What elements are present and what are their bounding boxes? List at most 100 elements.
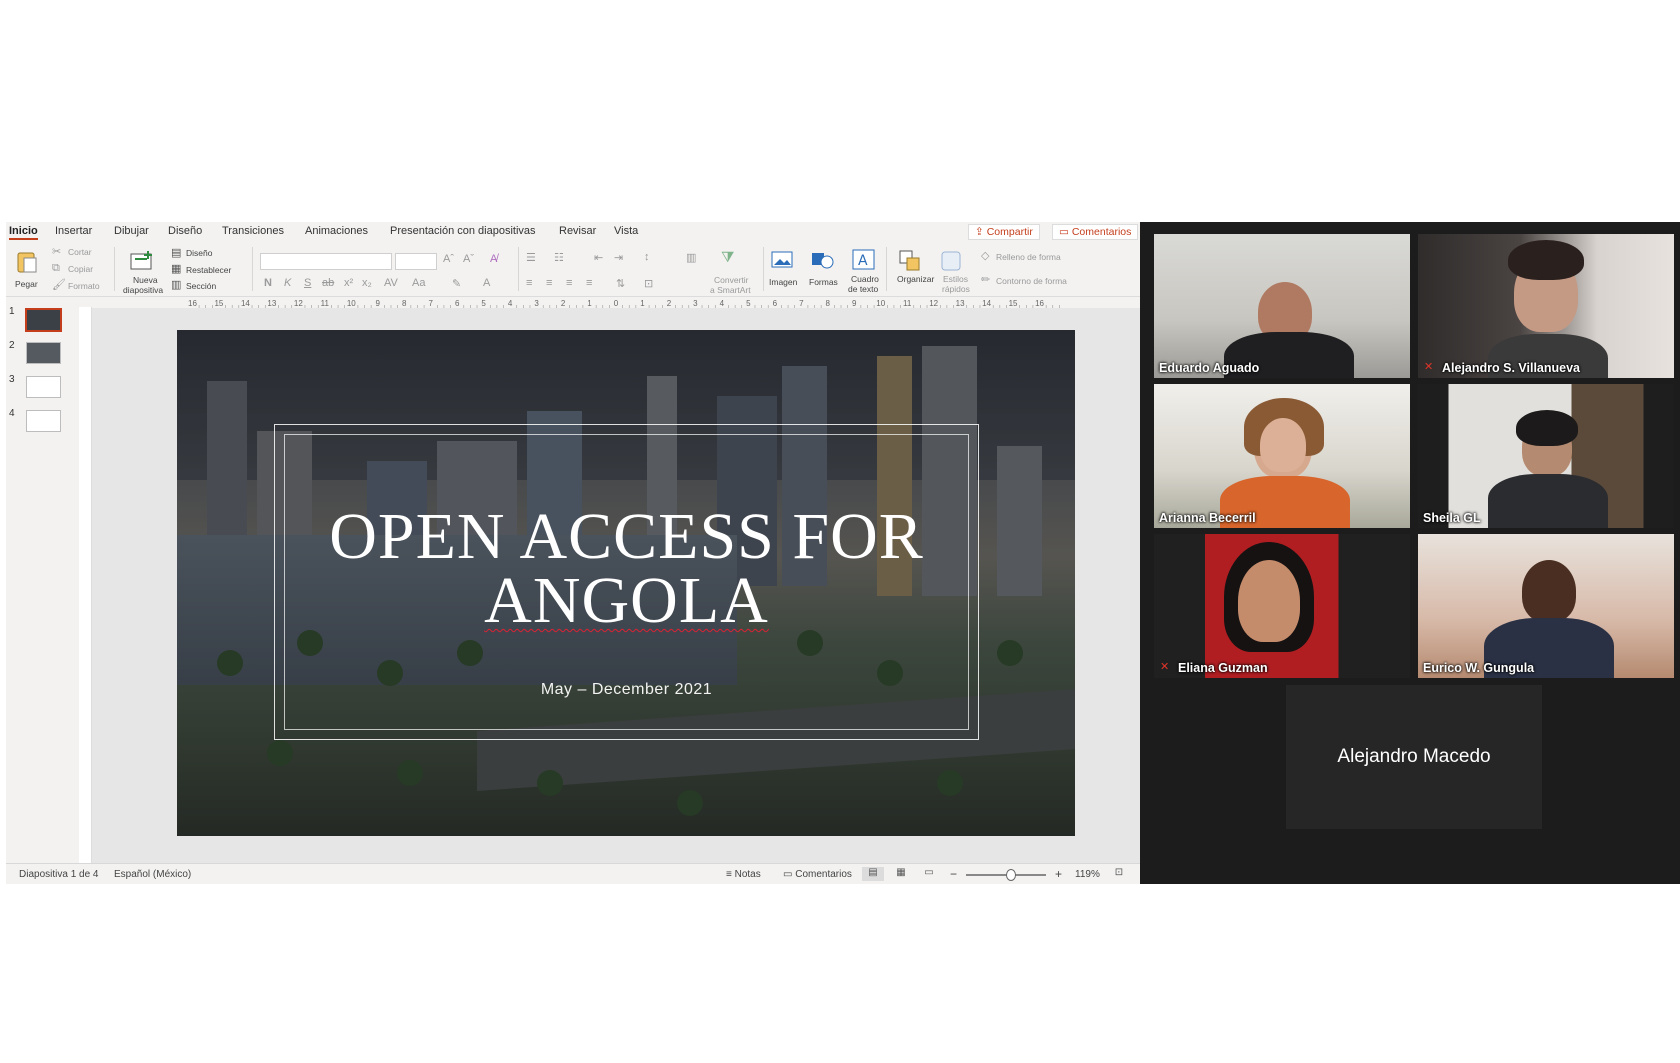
scissors-icon[interactable]: ✂ xyxy=(52,245,61,258)
bold-button[interactable]: N xyxy=(264,277,272,289)
subscript-button[interactable]: x₂ xyxy=(362,277,372,289)
text-direction-icon[interactable]: ⇅ xyxy=(616,277,625,290)
quick-styles-label-2[interactable]: rápidos xyxy=(942,284,970,294)
new-slide-label-2[interactable]: diapositiva xyxy=(123,285,163,295)
shapes-label[interactable]: Formas xyxy=(809,277,838,287)
layout-label[interactable]: Diseño xyxy=(186,248,212,258)
quick-styles-label-1[interactable]: Estilos xyxy=(943,274,968,284)
reset-label[interactable]: Restablecer xyxy=(186,265,231,275)
normal-view-icon[interactable]: ▤ xyxy=(862,867,884,881)
video-tile-sheila[interactable]: Sheila GL xyxy=(1418,384,1674,528)
smartart-label-1[interactable]: Convertir xyxy=(714,275,748,285)
numbering-icon[interactable]: ☷ xyxy=(554,251,564,264)
tab-vista[interactable]: Vista xyxy=(614,225,638,237)
sorter-view-icon[interactable]: ▦ xyxy=(890,867,912,881)
image-label[interactable]: Imagen xyxy=(769,277,797,287)
tab-presentacion[interactable]: Presentación con diapositivas xyxy=(390,225,536,237)
status-comments-button[interactable]: ▭ Comentarios xyxy=(783,869,852,880)
zoom-in-button[interactable]: + xyxy=(1055,867,1062,881)
italic-button[interactable]: K xyxy=(284,277,291,289)
zoom-slider-thumb[interactable] xyxy=(1006,869,1016,881)
copy-icon[interactable]: ⧉ xyxy=(52,262,60,275)
image-icon[interactable] xyxy=(771,250,795,275)
shapes-icon[interactable] xyxy=(811,250,835,275)
paste-label[interactable]: Pegar xyxy=(15,279,38,289)
shrink-font-icon[interactable]: Aˇ xyxy=(463,253,474,265)
line-spacing-icon[interactable]: ↕ xyxy=(644,251,650,263)
increase-indent-icon[interactable]: ⇥ xyxy=(614,251,623,264)
copy-label[interactable]: Copiar xyxy=(68,264,93,274)
zoom-level[interactable]: 119% xyxy=(1075,869,1100,880)
slide-thumbnail-4[interactable] xyxy=(26,410,61,432)
quick-styles-icon[interactable] xyxy=(940,250,964,277)
cut-label[interactable]: Cortar xyxy=(68,247,92,257)
notes-button[interactable]: ≡ Notas xyxy=(726,869,761,880)
shape-fill-icon[interactable]: ◇ xyxy=(981,249,989,262)
font-name-dropdown[interactable] xyxy=(260,253,392,270)
video-tile-alejandro-macedo[interactable]: Alejandro Macedo xyxy=(1286,685,1542,829)
shape-outline-icon[interactable]: ✏ xyxy=(981,273,990,286)
video-tile-eduardo[interactable]: Eduardo Aguado xyxy=(1154,234,1410,378)
highlight-icon[interactable]: ✎ xyxy=(452,277,461,290)
shape-fill-label[interactable]: Relleno de forma xyxy=(996,252,1061,262)
paste-icon[interactable] xyxy=(14,249,40,280)
zoom-out-button[interactable]: − xyxy=(950,867,957,881)
bullets-icon[interactable]: ☰ xyxy=(526,251,536,264)
justify-icon[interactable]: ≡ xyxy=(586,277,592,289)
align-center-icon[interactable]: ≡ xyxy=(546,277,552,289)
columns-icon[interactable]: ▥ xyxy=(686,251,696,264)
align-right-icon[interactable]: ≡ xyxy=(566,277,572,289)
language-indicator[interactable]: Español (México) xyxy=(114,869,191,880)
textbox-icon[interactable]: A xyxy=(852,249,876,276)
share-button[interactable]: ⇪ Compartir xyxy=(968,224,1040,240)
strikethrough-button[interactable]: ab xyxy=(322,277,334,289)
video-tile-arianna[interactable]: Arianna Becerril xyxy=(1154,384,1410,528)
font-color-icon[interactable]: A xyxy=(483,277,490,289)
textbox-label-1[interactable]: Cuadro xyxy=(851,274,879,284)
video-tile-eliana[interactable]: ✕ Eliana Guzman xyxy=(1154,534,1410,678)
layout-icon[interactable]: ▤ xyxy=(171,246,181,259)
underline-button[interactable]: S xyxy=(304,277,311,289)
clear-format-icon[interactable]: A̸ xyxy=(490,253,497,265)
align-left-icon[interactable]: ≡ xyxy=(526,277,532,289)
align-text-icon[interactable]: ⊡ xyxy=(644,277,653,290)
new-slide-icon[interactable] xyxy=(128,249,156,278)
textbox-label-2[interactable]: de texto xyxy=(848,284,878,294)
smartart-icon[interactable]: ⧩ xyxy=(721,249,734,266)
tab-insertar[interactable]: Insertar xyxy=(55,225,92,237)
reset-icon[interactable]: ▦ xyxy=(171,262,181,275)
slide-title[interactable]: OPEN ACCESS FOR ANGOLA xyxy=(274,504,979,634)
section-icon[interactable]: ▥ xyxy=(171,278,181,291)
format-label[interactable]: Formato xyxy=(68,281,100,291)
decrease-indent-icon[interactable]: ⇤ xyxy=(594,251,603,264)
comments-button[interactable]: ▭ Comentarios xyxy=(1052,224,1139,240)
video-tile-alejandro-s[interactable]: ✕ Alejandro S. Villanueva xyxy=(1418,234,1674,378)
video-tile-eurico[interactable]: Eurico W. Gungula xyxy=(1418,534,1674,678)
grow-font-icon[interactable]: Aˆ xyxy=(443,253,454,265)
slide-thumbnail-3[interactable] xyxy=(26,376,61,398)
tab-dibujar[interactable]: Dibujar xyxy=(114,225,149,237)
superscript-button[interactable]: x² xyxy=(344,277,353,289)
arrange-icon[interactable] xyxy=(899,250,923,277)
format-painter-icon[interactable]: 🖌 xyxy=(52,278,66,291)
slide-subtitle[interactable]: May – December 2021 xyxy=(274,681,979,699)
char-spacing-button[interactable]: AV xyxy=(384,277,398,289)
change-case-button[interactable]: Aa xyxy=(412,277,425,289)
tab-inicio[interactable]: Inicio xyxy=(9,225,38,240)
shape-outline-label[interactable]: Contorno de forma xyxy=(996,276,1067,286)
tab-transiciones[interactable]: Transiciones xyxy=(222,225,284,237)
slide-1[interactable]: OPEN ACCESS FOR ANGOLA May – December 20… xyxy=(177,330,1075,836)
tab-animaciones[interactable]: Animaciones xyxy=(305,225,368,237)
tab-diseno[interactable]: Diseño xyxy=(168,225,202,237)
slide-thumbnail-1[interactable] xyxy=(25,308,62,332)
smartart-label-2[interactable]: a SmartArt xyxy=(710,285,751,295)
ribbon-tab-bar: Inicio Insertar Dibujar Diseño Transicio… xyxy=(6,222,1140,241)
slideshow-view-icon[interactable]: ▭ xyxy=(918,867,940,881)
section-label[interactable]: Sección xyxy=(186,281,216,291)
slide-thumbnail-2[interactable] xyxy=(26,342,61,364)
tab-revisar[interactable]: Revisar xyxy=(559,225,596,237)
font-size-dropdown[interactable] xyxy=(395,253,437,270)
new-slide-label-1[interactable]: Nueva xyxy=(133,275,158,285)
arrange-label[interactable]: Organizar xyxy=(897,274,934,284)
fit-to-window-icon[interactable]: ⊡ xyxy=(1108,867,1130,881)
